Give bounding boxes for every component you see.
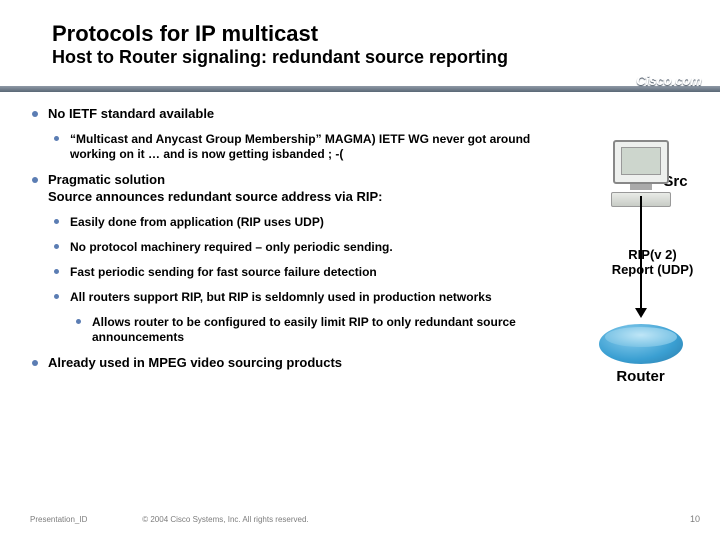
bullet-no-standard: No IETF standard available bbox=[32, 106, 532, 122]
router-icon bbox=[599, 324, 683, 364]
page-number: 10 bbox=[690, 514, 700, 524]
bullet-magma: “Multicast and Anycast Group Membership”… bbox=[54, 132, 532, 162]
bullet-no-machinery: No protocol machinery required – only pe… bbox=[54, 240, 532, 255]
computer-icon bbox=[613, 140, 669, 184]
bullet-udp: Easily done from application (RIP uses U… bbox=[54, 215, 532, 230]
slide: Protocols for IP multicast Host to Route… bbox=[0, 0, 720, 540]
divider-bar bbox=[0, 86, 720, 92]
brand-label: Cisco.com bbox=[636, 73, 702, 88]
presentation-id: Presentation_ID bbox=[30, 515, 140, 524]
title-block: Protocols for IP multicast Host to Route… bbox=[0, 0, 720, 68]
bullet-all-routers: All routers support RIP, but RIP is seld… bbox=[54, 290, 532, 305]
slide-subtitle: Host to Router signaling: redundant sour… bbox=[52, 47, 720, 68]
bullet-pragmatic: Pragmatic solution Source announces redu… bbox=[32, 172, 532, 205]
slide-title: Protocols for IP multicast bbox=[52, 22, 720, 45]
bullet-mpeg: Already used in MPEG video sourcing prod… bbox=[32, 355, 532, 371]
router-label: Router bbox=[573, 368, 708, 385]
rip-label: RIP(v 2) Report (UDP) bbox=[585, 248, 720, 278]
content-area: No IETF standard available “Multicast an… bbox=[32, 106, 532, 381]
bullet-limit-rip: Allows router to be configured to easily… bbox=[76, 315, 532, 345]
footer: Presentation_ID © 2004 Cisco Systems, In… bbox=[30, 515, 309, 524]
bullet-fast-periodic: Fast periodic sending for fast source fa… bbox=[54, 265, 532, 280]
copyright: © 2004 Cisco Systems, Inc. All rights re… bbox=[142, 515, 308, 524]
